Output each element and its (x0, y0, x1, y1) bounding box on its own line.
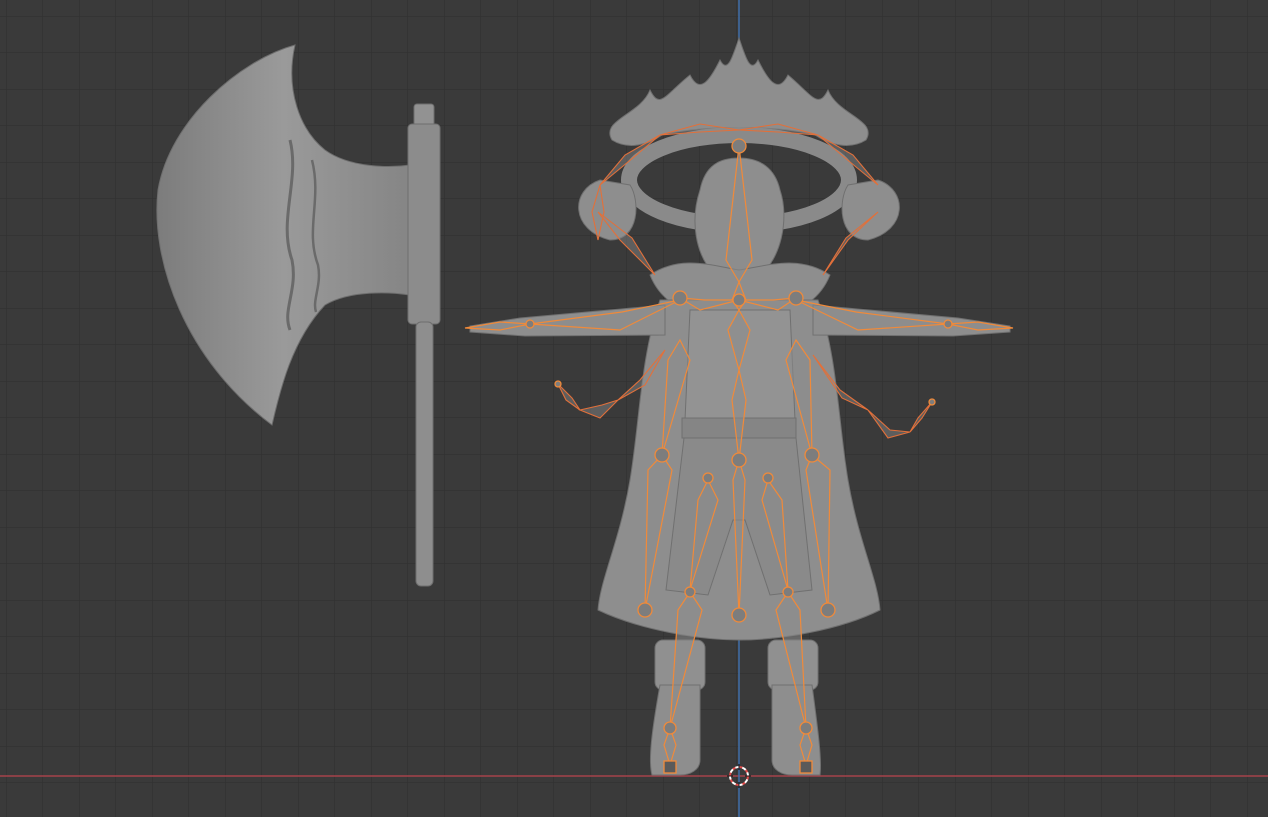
foot-marker-right[interactable] (799, 760, 813, 774)
3d-viewport[interactable] (0, 0, 1268, 817)
axe-handle-cap[interactable] (413, 103, 435, 127)
foot-marker-left[interactable] (663, 760, 677, 774)
axe-handle-head[interactable] (407, 123, 441, 325)
axe-handle-shaft[interactable] (415, 321, 434, 587)
boot-right (771, 684, 822, 776)
